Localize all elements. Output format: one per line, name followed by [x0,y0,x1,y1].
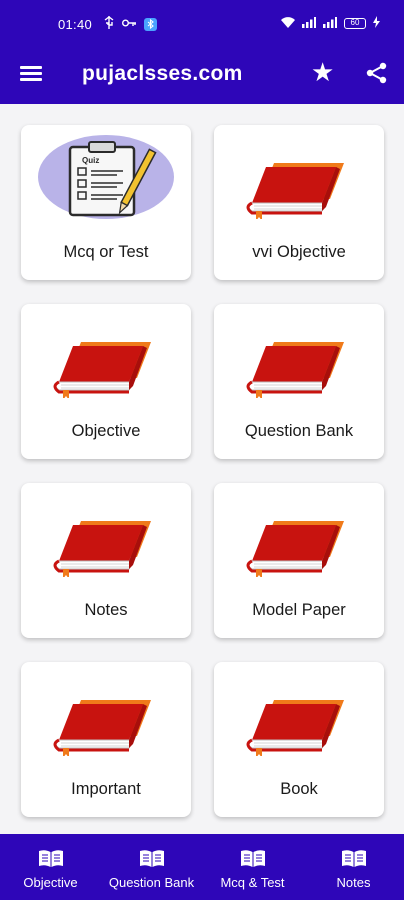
app-bar: pujaclsses.com ★ [0,50,404,104]
card-model-paper[interactable]: Model Paper [214,483,384,638]
menu-grid: Quiz Mcq or Test vvi Objective Objective… [21,125,385,817]
open-book-icon [38,848,64,868]
book-icon [244,326,354,400]
card-label: Notes [84,601,128,619]
nav-label: Question Bank [108,875,195,890]
book-icon [51,505,161,579]
card-label: Question Bank [244,422,354,440]
card-vvi-objective[interactable]: vvi Objective [214,125,384,280]
card-book[interactable]: Book [214,662,384,817]
card-mcq-or-test[interactable]: Quiz Mcq or Test [21,125,191,280]
card-label: vvi Objective [252,243,346,261]
card-question-bank[interactable]: Question Bank [214,304,384,459]
card-label: Objective [71,422,141,440]
signal-icon [323,16,337,31]
quiz-icon: Quiz [37,133,175,221]
card-important[interactable]: Important [21,662,191,817]
card-objective[interactable]: Objective [21,304,191,459]
nav-mcq-test[interactable]: Mcq & Test [202,834,303,900]
app-title: pujaclsses.com [82,62,243,85]
status-bar: 01:40 60 [0,0,404,50]
nav-label: Mcq & Test [220,875,285,890]
nav-notes[interactable]: Notes [303,834,404,900]
open-book-icon [139,848,165,868]
book-icon [244,684,354,758]
nav-label: Notes [336,875,371,890]
svg-text:Quiz: Quiz [82,156,99,165]
share-icon[interactable] [365,61,389,85]
header: 01:40 60 pujaclsses.com ★ [0,0,404,104]
card-notes[interactable]: Notes [21,483,191,638]
book-icon [51,326,161,400]
charging-icon [373,16,380,31]
status-time: 01:40 [58,17,93,32]
usb-icon [104,16,114,32]
card-label: Important [71,780,141,798]
status-left-icons [104,16,157,32]
book-icon [244,505,354,579]
key-icon [122,17,136,31]
star-icon[interactable]: ★ [311,59,337,85]
bottom-nav: Objective Question Bank Mcq & Test Notes [0,834,404,900]
open-book-icon [240,848,266,868]
book-icon [244,147,354,221]
book-icon [51,684,161,758]
signal-icon [302,16,316,31]
card-label: Mcq or Test [63,243,149,261]
nav-question-bank[interactable]: Question Bank [101,834,202,900]
nav-label: Objective [23,875,78,890]
card-label: Model Paper [252,601,346,619]
nav-objective[interactable]: Objective [0,834,101,900]
status-right-icons: 60 [281,16,380,31]
card-label: Book [280,780,318,798]
bluetooth-icon [144,17,157,31]
open-book-icon [341,848,367,868]
wifi-icon [281,16,295,31]
battery-icon: 60 [344,18,366,29]
menu-icon[interactable] [20,63,44,87]
